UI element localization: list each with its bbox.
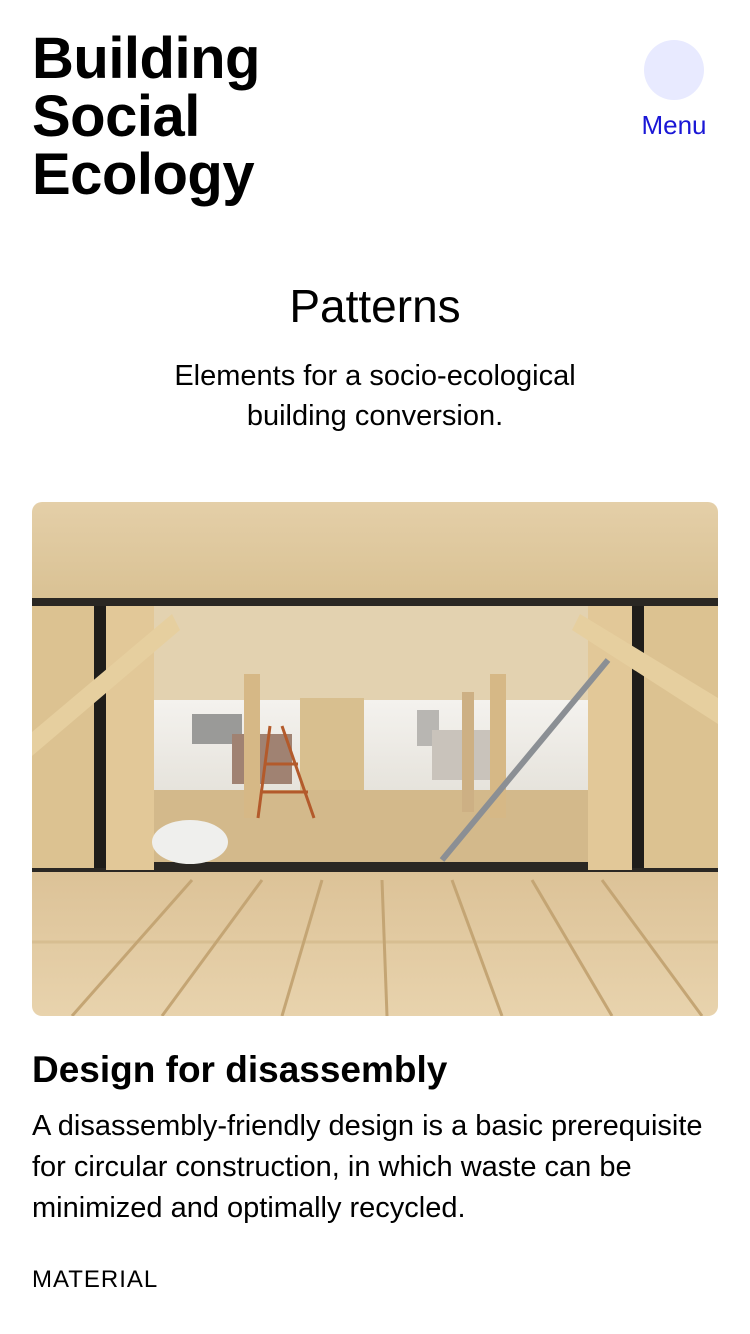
menu-circle-icon[interactable]	[644, 40, 704, 100]
site-title-line-3: Ecology	[32, 142, 255, 207]
menu-button[interactable]: Menu	[638, 40, 710, 140]
site-title[interactable]: Building Social Ecology	[32, 30, 352, 204]
section-subtitle: Elements for a socio-ecological building…	[174, 360, 576, 432]
section-header: Patterns Elements for a socio-ecological…	[0, 278, 750, 436]
page: Building Social Ecology Menu Patterns El…	[0, 0, 750, 1334]
card-title[interactable]: Design for disassembly	[32, 1046, 718, 1094]
site-title-line-1: Building	[32, 26, 260, 91]
card-description: A disassembly-friendly design is a basic…	[32, 1110, 703, 1224]
timber-construction-photo[interactable]	[32, 502, 718, 1016]
section-title: Patterns	[289, 280, 461, 332]
menu-label[interactable]: Menu	[641, 110, 706, 140]
card-category-tag[interactable]: MATERIAL	[32, 1265, 718, 1295]
pattern-card[interactable]: Design for disassembly A disassembly-fri…	[32, 502, 718, 1295]
site-title-line-2: Social	[32, 84, 200, 149]
